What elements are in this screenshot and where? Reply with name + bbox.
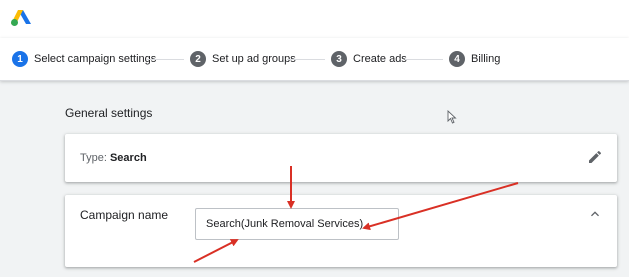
step-connector bbox=[287, 59, 325, 60]
step-number: 1 bbox=[12, 51, 28, 67]
campaign-name-label: Campaign name bbox=[80, 208, 169, 222]
step-number: 3 bbox=[331, 51, 347, 67]
mouse-cursor-icon bbox=[447, 110, 457, 124]
step-billing[interactable]: 4 Billing bbox=[449, 51, 500, 67]
google-ads-logo-icon[interactable] bbox=[10, 9, 32, 27]
section-title: General settings bbox=[65, 106, 153, 120]
step-connector bbox=[405, 59, 443, 60]
step-label: Select campaign settings bbox=[34, 53, 157, 65]
campaign-stepper: 1 Select campaign settings 2 Set up ad g… bbox=[0, 38, 629, 81]
step-label: Billing bbox=[471, 53, 501, 65]
step-label: Create ads bbox=[353, 53, 407, 65]
campaign-name-card: Campaign name bbox=[65, 195, 617, 267]
step-create-ads[interactable]: 3 Create ads bbox=[331, 51, 407, 67]
pencil-icon[interactable] bbox=[587, 149, 603, 165]
chevron-up-icon[interactable] bbox=[587, 206, 603, 222]
step-set-up-ad-groups[interactable]: 2 Set up ad groups bbox=[190, 51, 296, 67]
step-label: Set up ad groups bbox=[212, 53, 296, 65]
step-number: 4 bbox=[449, 51, 465, 67]
step-number: 2 bbox=[190, 51, 206, 67]
campaign-name-input[interactable] bbox=[195, 208, 399, 240]
top-bar bbox=[0, 0, 629, 38]
campaign-type-value: Search bbox=[109, 152, 147, 164]
campaign-type-prefix: Type: bbox=[80, 152, 110, 164]
step-connector bbox=[146, 59, 184, 60]
step-select-campaign-settings[interactable]: 1 Select campaign settings bbox=[12, 51, 156, 67]
campaign-type-card[interactable]: Type: Search bbox=[65, 134, 617, 182]
campaign-type-text: Type: Search bbox=[80, 152, 147, 164]
